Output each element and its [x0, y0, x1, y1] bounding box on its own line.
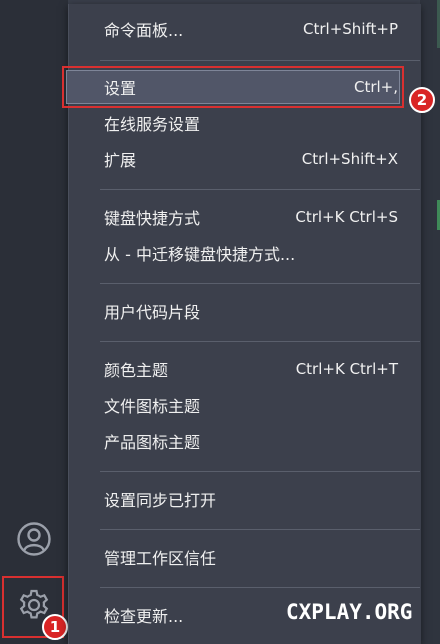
- menu-item[interactable]: 文件图标主题: [104, 390, 398, 420]
- menu-item[interactable]: 用户代码片段: [104, 296, 398, 326]
- step-badge-1: 1: [42, 614, 68, 640]
- menu-item-label: 设置同步已打开: [104, 491, 217, 510]
- account-icon: [17, 522, 51, 556]
- menu-item[interactable]: 在线服务设置: [104, 108, 398, 138]
- menu-item-label: 颜色主题: [104, 361, 169, 380]
- menu-item[interactable]: 设置 Ctrl+,: [104, 72, 398, 102]
- menu-item-shortcut: Ctrl+Shift+X: [301, 150, 398, 168]
- menu-separator: [100, 341, 420, 342]
- menu-item[interactable]: 产品图标主题: [104, 426, 398, 456]
- watermark: CXPLAY.ORG: [286, 600, 413, 624]
- menu-separator: [100, 471, 420, 472]
- menu-item-label: 产品图标主题: [104, 433, 201, 452]
- menu-item-label: 键盘快捷方式: [104, 209, 201, 228]
- menu-item-shortcut: Ctrl+K Ctrl+S: [295, 208, 398, 226]
- menu-item-label: 在线服务设置: [104, 115, 201, 134]
- activity-bar: [0, 0, 68, 644]
- menu-item-shortcut: Ctrl+Shift+P: [303, 20, 398, 38]
- menu-separator: [100, 529, 420, 530]
- menu-item-label: 命令面板...: [104, 21, 184, 40]
- menu-separator: [100, 189, 420, 190]
- menu-item[interactable]: 管理工作区信任: [104, 542, 398, 572]
- menu-item-label: 设置: [104, 79, 137, 98]
- menu-item[interactable]: 扩展 Ctrl+Shift+X: [104, 144, 398, 174]
- account-button[interactable]: [14, 519, 54, 559]
- menu-item-label: 扩展: [104, 151, 137, 170]
- menu-separator: [100, 587, 420, 588]
- menu-item-label: 检查更新...: [104, 607, 184, 626]
- menu-separator: [100, 60, 420, 61]
- step-badge-2: 2: [409, 87, 435, 113]
- menu-item-label: 管理工作区信任: [104, 549, 217, 568]
- menu-item[interactable]: 键盘快捷方式 Ctrl+K Ctrl+S: [104, 202, 398, 232]
- menu-item-shortcut: Ctrl+,: [353, 78, 398, 96]
- menu-item-label: 用户代码片段: [104, 303, 201, 322]
- menu-item-label: 从 - 中迁移键盘快捷方式...: [104, 245, 296, 264]
- menu-item[interactable]: 颜色主题 Ctrl+K Ctrl+T: [104, 354, 398, 384]
- menu-item[interactable]: 从 - 中迁移键盘快捷方式...: [104, 238, 398, 268]
- menu-item[interactable]: 设置同步已打开: [104, 484, 398, 514]
- menu-separator: [100, 283, 420, 284]
- menu-item-shortcut: Ctrl+K Ctrl+T: [295, 360, 398, 378]
- menu-item-label: 文件图标主题: [104, 397, 201, 416]
- menu-item[interactable]: 命令面板... Ctrl+Shift+P: [104, 14, 398, 44]
